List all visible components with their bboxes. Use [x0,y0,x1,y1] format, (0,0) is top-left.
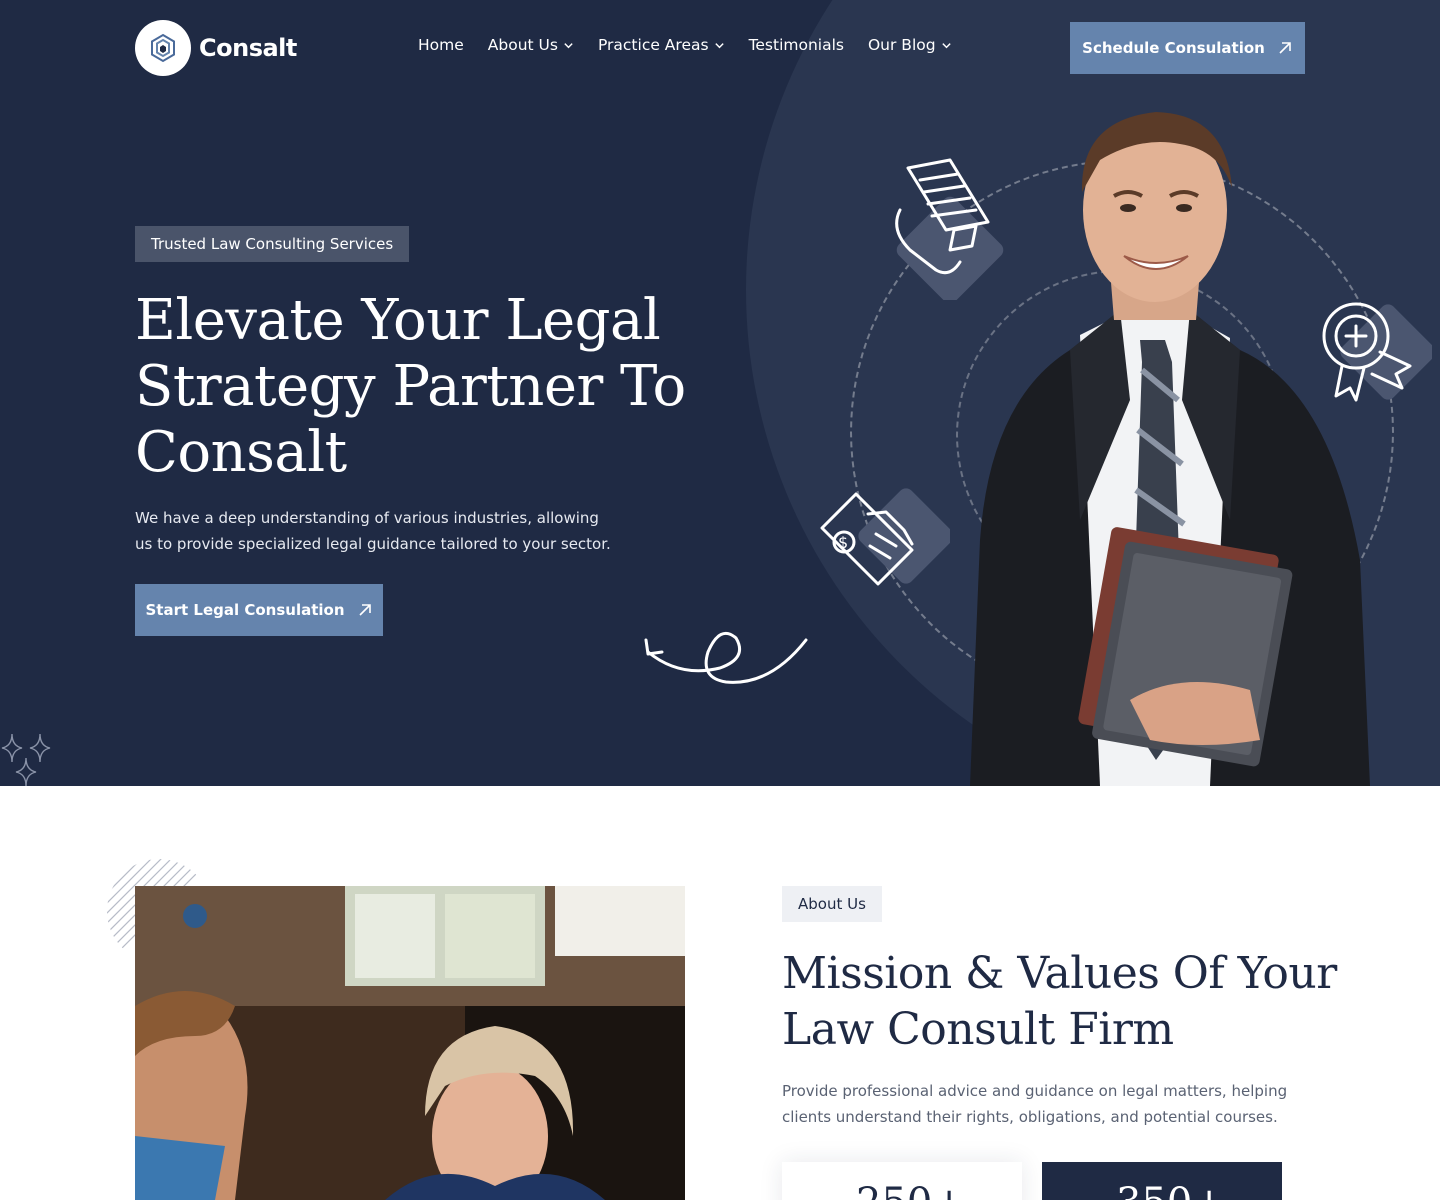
nav-label: Practice Areas [597,36,709,54]
schedule-consultation-button[interactable]: Schedule Consulation [1070,22,1305,74]
sparkle-icon [1,733,51,786]
award-ribbon-icon [1322,302,1432,402]
nav-label: Our Blog [867,36,936,54]
brand-name: Consalt [199,34,297,62]
arrow-up-right-icon [1279,42,1291,54]
chevron-down-icon [714,42,724,48]
about-tag: About Us [782,886,882,922]
hero-tag: Trusted Law Consulting Services [135,226,410,262]
hero-section: $ Consalt Home About Us Practice Areas T… [0,0,1440,786]
nav-item-practice-areas[interactable]: Practice Areas [598,36,725,54]
nav-item-about-us[interactable]: About Us [488,36,574,54]
curly-arrow-icon [644,631,808,684]
consultation-meeting-photo [135,886,685,1200]
legal-document-icon [895,158,1004,300]
hexagon-logo-icon [135,20,191,76]
brand-logo[interactable]: Consalt [135,20,297,76]
button-label: Schedule Consulation [1082,39,1265,57]
nav-item-testimonials[interactable]: Testimonials [749,36,844,54]
main-nav: Home About Us Practice Areas Testimonial… [418,36,976,54]
nav-label: Home [418,36,464,54]
nav-item-home[interactable]: Home [418,36,464,54]
stat-card: 350+ [1042,1162,1282,1200]
nav-label: Testimonials [748,36,844,54]
arrow-up-right-icon [358,604,371,616]
chevron-down-icon [941,42,951,48]
about-title: Mission & Values Of Your Law Consult Fir… [782,948,1337,1055]
svg-text:$: $ [838,533,848,552]
lawyer-portrait [970,112,1370,786]
nav-label: About Us [487,36,558,54]
stat-card: 250+ [782,1162,1022,1200]
chevron-down-icon [564,42,573,48]
start-consultation-button[interactable]: Start Legal Consulation [135,584,383,636]
money-handshake-icon: $ [820,488,950,586]
button-label: Start Legal Consulation [145,601,345,619]
stat-value: 250+ [856,1180,966,1200]
nav-item-our-blog[interactable]: Our Blog [868,36,952,54]
about-description: Provide professional advice and guidance… [782,1082,1288,1126]
stat-value: 350+ [1116,1180,1226,1200]
hero-description: We have a deep understanding of various … [135,509,611,553]
hero-title: Elevate Your Legal Strategy Partner To C… [135,288,686,485]
